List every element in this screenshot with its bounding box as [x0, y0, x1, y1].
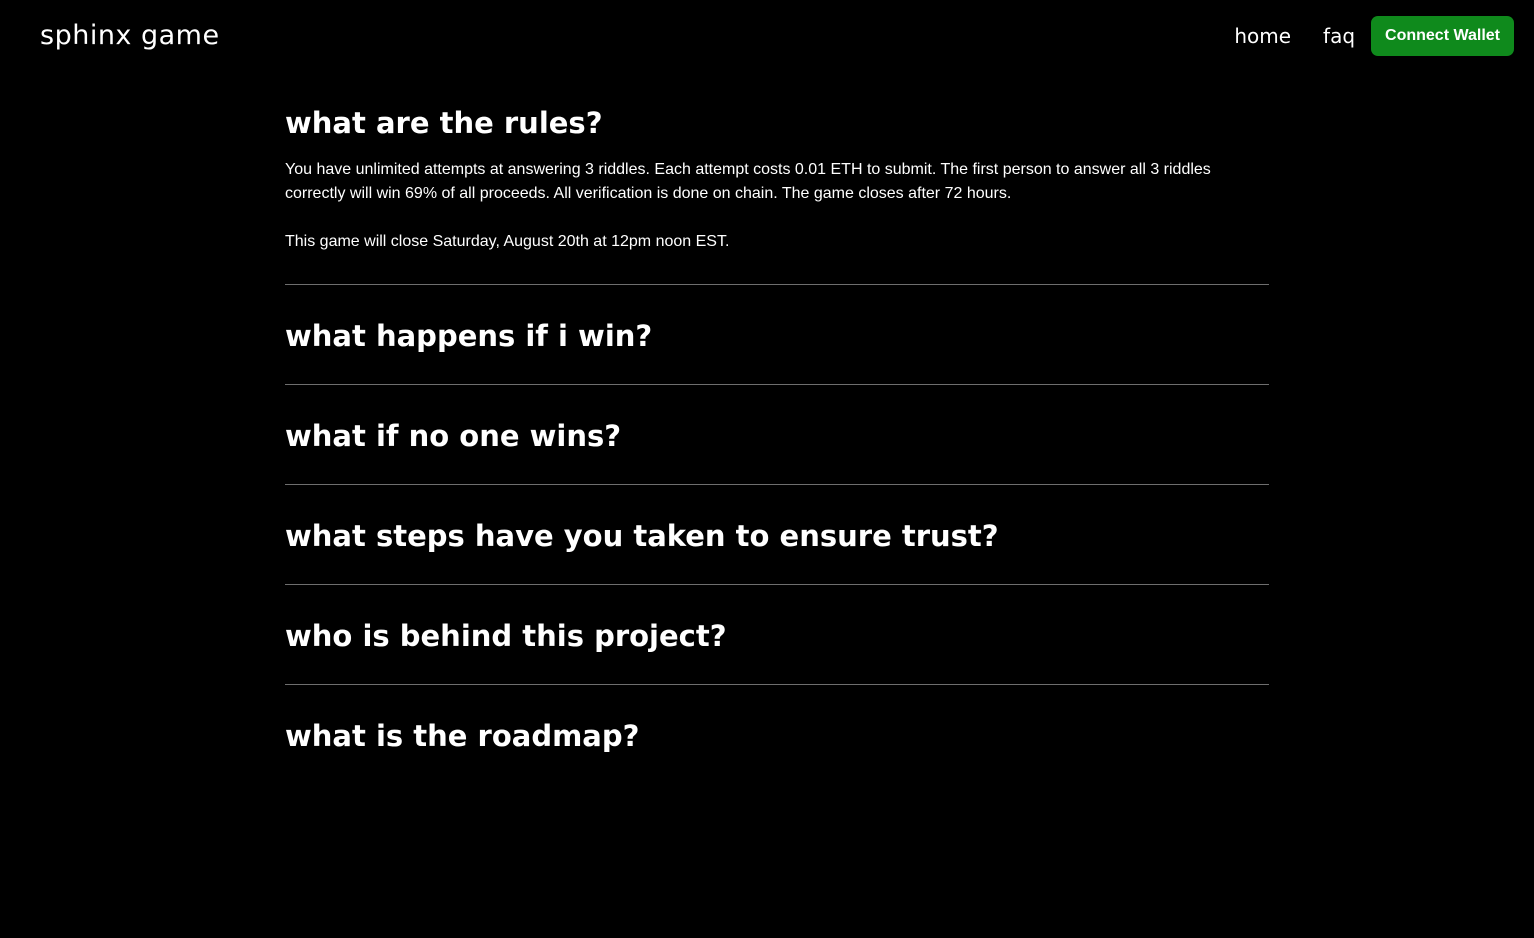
faq-item-rules[interactable]: what are the rules? You have unlimited a… [285, 96, 1269, 285]
faq-list: what are the rules? You have unlimited a… [285, 96, 1269, 785]
nav-link-faq[interactable]: faq [1323, 16, 1355, 56]
faq-question[interactable]: who is behind this project? [285, 618, 1269, 654]
faq-answer: You have unlimited attempts at answering… [285, 158, 1269, 254]
faq-item-roadmap[interactable]: what is the roadmap? [285, 685, 1269, 785]
faq-answer-paragraph: You have unlimited attempts at answering… [285, 161, 1211, 202]
faq-question[interactable]: what steps have you taken to ensure trus… [285, 518, 1269, 554]
faq-item-trust[interactable]: what steps have you taken to ensure trus… [285, 485, 1269, 585]
faq-item-win[interactable]: what happens if i win? [285, 285, 1269, 385]
nav-link-home[interactable]: home [1234, 16, 1291, 56]
top-navigation-bar: sphinx game home faq Connect Wallet [0, 0, 1534, 76]
main-nav: home faq Connect Wallet [1234, 16, 1514, 56]
connect-wallet-button[interactable]: Connect Wallet [1371, 16, 1514, 56]
faq-item-no-winner[interactable]: what if no one wins? [285, 385, 1269, 485]
faq-question[interactable]: what are the rules? [285, 105, 1269, 141]
faq-answer-paragraph: This game will close Saturday, August 20… [285, 233, 730, 250]
faq-question[interactable]: what happens if i win? [285, 318, 1269, 354]
faq-item-team[interactable]: who is behind this project? [285, 585, 1269, 685]
site-logo[interactable]: sphinx game [40, 18, 220, 54]
faq-question[interactable]: what if no one wins? [285, 418, 1269, 454]
faq-question[interactable]: what is the roadmap? [285, 718, 1269, 754]
